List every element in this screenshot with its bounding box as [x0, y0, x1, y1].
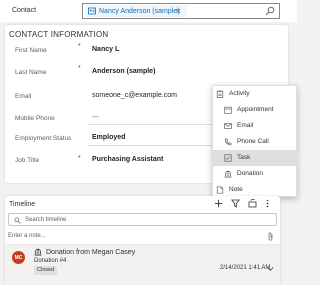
bank-icon: [224, 170, 232, 178]
last-name-label: Last Name: [15, 69, 47, 76]
clipboard-icon: [216, 90, 224, 98]
post-subtitle: Donation #4: [34, 258, 67, 264]
menu-item-task[interactable]: Task: [213, 150, 298, 166]
selected-contact-name[interactable]: Nancy Anderson (sample): [99, 8, 180, 15]
selected-contact-pill[interactable]: Nancy Anderson (sample) ×: [85, 5, 187, 17]
employment-status-label: Employment Status: [15, 135, 72, 142]
calendar-icon: [224, 106, 232, 114]
note-icon: [216, 186, 224, 194]
phone-icon: [224, 138, 232, 146]
menu-item-label: Task: [237, 154, 251, 161]
timeline-search-input[interactable]: Search timeline: [8, 213, 277, 226]
first-name-row: First Name * Nancy L: [5, 39, 288, 61]
search-icon: [14, 217, 21, 224]
mobile-phone-label: Mobile Phone: [15, 115, 55, 122]
post-date: 2/14/2021 1:41 AM: [220, 265, 271, 271]
menu-item-email[interactable]: Email: [213, 118, 298, 134]
chevron-down-icon[interactable]: [267, 266, 274, 272]
job-title-label: Job Title: [15, 157, 40, 164]
search-placeholder: Search timeline: [25, 216, 67, 223]
menu-item-label: Activity: [229, 90, 250, 97]
filter-icon[interactable]: [231, 199, 240, 208]
note-input[interactable]: Enter a note...: [8, 233, 46, 239]
status-badge: Closed: [34, 266, 58, 275]
job-title-value[interactable]: Purchasing Assistant: [92, 156, 163, 163]
contact-label: Contact: [12, 7, 37, 14]
required-marker: *: [78, 65, 81, 72]
menu-item-label: Donation: [237, 170, 264, 177]
post-title[interactable]: Donation from Megan Casey: [46, 249, 135, 256]
employment-status-value[interactable]: Employed: [92, 134, 125, 141]
contact-lookup-bar: Contact Nancy Anderson (sample) ×: [0, 0, 297, 22]
menu-item-label: Appointment: [237, 106, 274, 113]
timeline-title: Timeline: [9, 201, 36, 208]
menu-item-label: Note: [229, 186, 243, 193]
mobile-phone-value[interactable]: ---: [92, 114, 99, 121]
email-label: Email: [15, 93, 32, 100]
required-marker: *: [78, 43, 81, 50]
task-icon: [224, 154, 232, 162]
menu-item-label: Phone Call: [237, 138, 269, 145]
first-name-value[interactable]: Nancy L: [92, 46, 119, 53]
contact-card-icon: [88, 7, 96, 15]
menu-item-activity[interactable]: Activity: [213, 86, 298, 102]
more-options-icon[interactable]: [263, 199, 272, 208]
timeline-post[interactable]: MC Donation from Megan Casey Donation #4…: [5, 245, 280, 285]
first-name-label: First Name: [15, 47, 47, 54]
mail-icon: [224, 123, 232, 129]
required-marker: *: [78, 155, 81, 162]
menu-item-phone-call[interactable]: Phone Call: [213, 134, 298, 150]
bank-icon: [34, 248, 42, 256]
menu-item-donation[interactable]: Donation: [213, 166, 298, 182]
email-value[interactable]: someone_c@example.com: [92, 92, 177, 99]
timeline-section: Timeline Search timeline Enter a note...…: [5, 196, 280, 285]
avatar: MC: [12, 251, 25, 264]
last-name-row: Last Name * Anderson (sample): [5, 61, 288, 83]
contact-lookup-field[interactable]: Nancy Anderson (sample) ×: [82, 3, 280, 19]
paperclip-icon[interactable]: [267, 232, 274, 241]
mark-complete-icon[interactable]: [248, 199, 257, 208]
last-name-value[interactable]: Anderson (sample): [92, 68, 155, 75]
add-icon[interactable]: [214, 199, 223, 208]
search-icon[interactable]: [265, 6, 275, 16]
remove-contact-icon[interactable]: ×: [176, 6, 181, 16]
section-title: CONTACT INFORMATION: [9, 30, 109, 39]
menu-item-appointment[interactable]: Appointment: [213, 102, 298, 118]
new-activity-menu: Activity Appointment Email Phone Call Ta…: [212, 85, 298, 197]
menu-item-label: Email: [237, 122, 254, 129]
